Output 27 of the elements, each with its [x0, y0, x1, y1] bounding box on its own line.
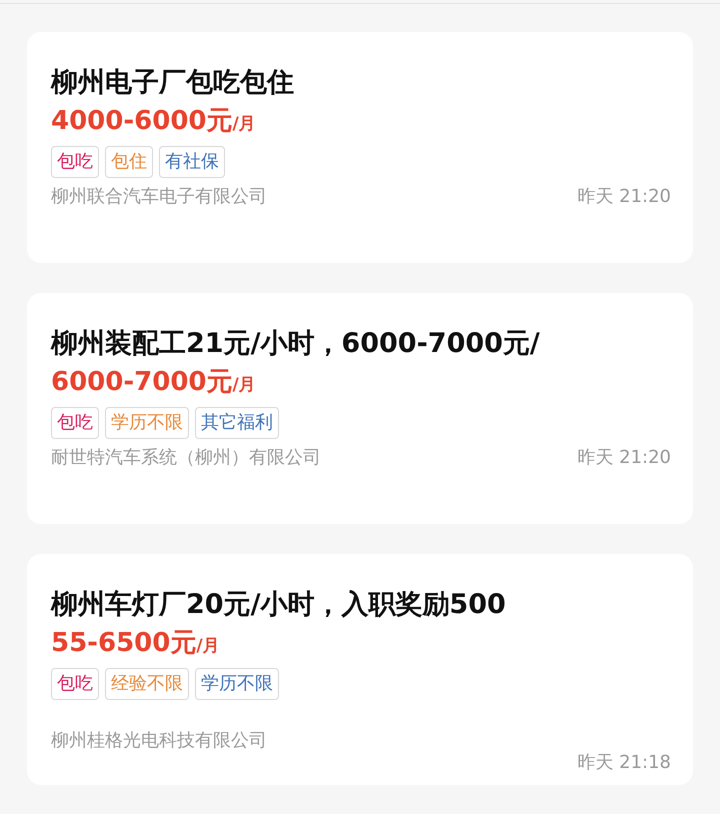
- job-title: 柳州车灯厂20元/小时，入职奖励500: [51, 588, 507, 622]
- job-card[interactable]: 柳州车灯厂20元/小时，入职奖励500 55-6500元/月 包吃 经验不限 学历不限 柳州桂格光电科技有限公司 昨天 21:18: [27, 554, 693, 785]
- benefit-tag: 包吃: [51, 407, 99, 439]
- post-time: 昨天 21:20: [577, 446, 671, 470]
- salary-unit: /月: [232, 374, 256, 397]
- company-name: 耐世特汽车系统（柳州）有限公司: [51, 446, 321, 470]
- benefit-tag: 包住: [105, 146, 153, 178]
- job-title: 柳州电子厂包吃包住: [51, 66, 295, 100]
- benefit-tag: 有社保: [159, 146, 225, 178]
- company-name: 柳州联合汽车电子有限公司: [51, 185, 267, 209]
- benefit-tag: 经验不限: [105, 668, 189, 700]
- benefit-tag: 包吃: [51, 668, 99, 700]
- salary: 4000-6000元: [51, 105, 233, 137]
- job-title: 柳州装配工21元/小时，6000-7000元/: [51, 327, 541, 361]
- job-card[interactable]: 柳州电子厂包吃包住 4000-6000元/月 包吃 包住 有社保 柳州联合汽车电子有限公司 昨天 21:20: [27, 32, 693, 263]
- salary-unit: /月: [232, 113, 256, 136]
- salary: 6000-7000元: [51, 366, 233, 398]
- salary-unit: /月: [196, 635, 220, 658]
- benefit-tag: 包吃: [51, 146, 99, 178]
- benefit-tag: 其它福利: [195, 407, 279, 439]
- job-card[interactable]: 柳州装配工21元/小时，6000-7000元/ 6000-7000元/月 包吃 学历不限 其它福利 耐世特汽车系统（柳州）有限公司 昨天 21:20: [27, 293, 693, 524]
- company-name: 柳州桂格光电科技有限公司: [51, 729, 267, 753]
- salary: 55-6500元: [51, 627, 196, 659]
- post-time: 昨天 21:20: [577, 185, 671, 209]
- benefit-tag: 学历不限: [195, 668, 279, 700]
- post-time: 昨天 21:18: [577, 751, 671, 775]
- benefit-tag: 学历不限: [105, 407, 189, 439]
